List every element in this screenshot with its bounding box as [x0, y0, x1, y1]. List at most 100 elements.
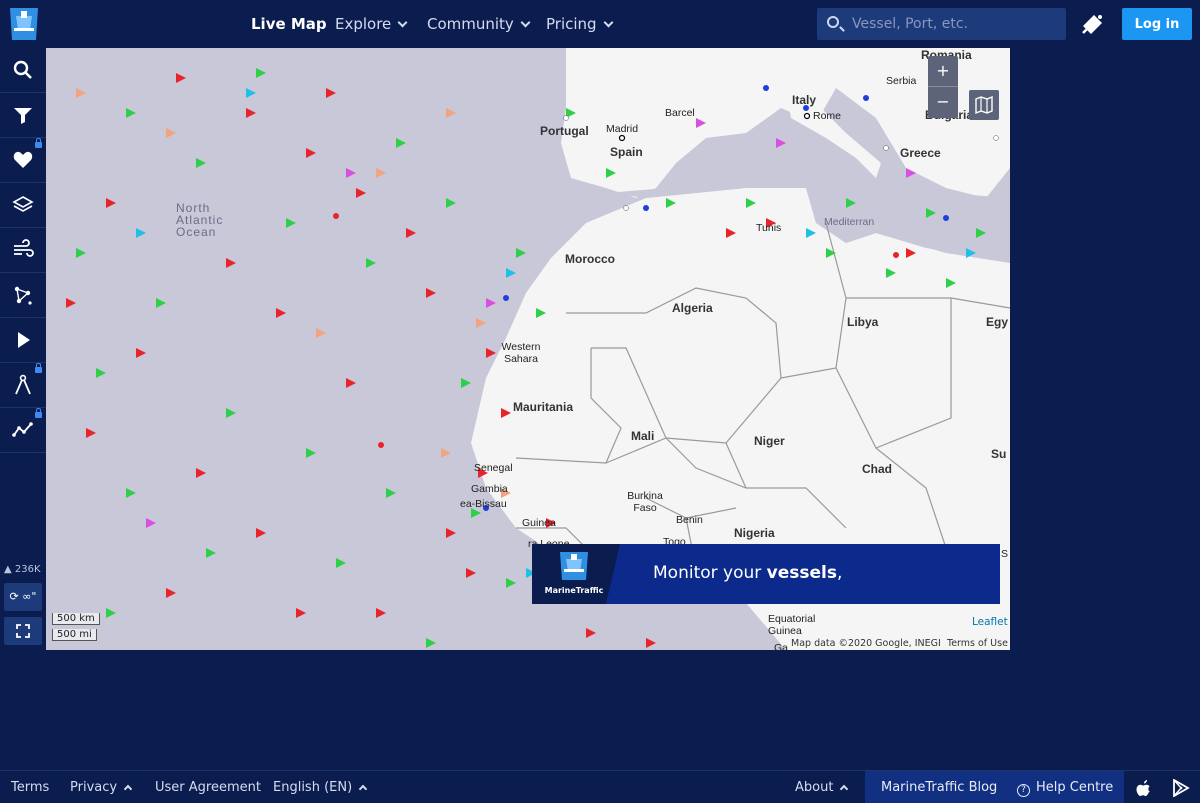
footer-help-label: Help Centre: [1036, 780, 1114, 795]
map-label-nigeria: Nigeria: [734, 526, 775, 540]
banner-headline: Monitor your vessels,: [653, 563, 842, 583]
refresh-interval-label: ∞": [22, 590, 37, 603]
map-label-south-partial: S: [1001, 548, 1009, 560]
apple-icon: [1136, 780, 1150, 796]
footer-bar: Terms Privacy User Agreement English (EN…: [0, 770, 1200, 803]
refresh-interval-button[interactable]: ⟳ ∞": [4, 583, 42, 611]
marinetraffic-logo-icon: [560, 552, 588, 580]
sidebar-density-button[interactable]: [0, 273, 46, 318]
google-play-link[interactable]: [1172, 771, 1190, 803]
banner-logo-area: MarineTraffic: [532, 544, 620, 604]
map-label-tunis: Tunis: [756, 222, 782, 234]
map-label-senegal: Senegal: [474, 462, 513, 474]
left-toolbar: ▲ 236K ⟳ ∞": [0, 48, 46, 770]
wind-icon: [14, 239, 34, 257]
footer-privacy-label: Privacy: [70, 780, 118, 795]
zoom-out-button[interactable]: −: [928, 87, 958, 118]
map-label-burkina-faso: Burkina Faso: [627, 490, 663, 514]
map-label-guinea: Guinea: [522, 517, 556, 529]
marinetraffic-logo-icon[interactable]: [6, 6, 42, 42]
notification-bell-icon[interactable]: [1080, 12, 1106, 36]
map-attribution: Map data ©2020 Google, INEGI: [791, 638, 941, 649]
app-store-link[interactable]: [1136, 771, 1152, 803]
scale-km: 500 km: [52, 613, 100, 625]
sidebar-weather-button[interactable]: [0, 228, 46, 273]
fullscreen-button[interactable]: [4, 617, 42, 645]
chevron-down-icon: [520, 17, 531, 28]
sidebar-analytics-button[interactable]: [0, 408, 46, 453]
footer-privacy-link[interactable]: Privacy: [70, 771, 133, 803]
map-label-barcelona: Barcel: [665, 107, 695, 119]
zoom-in-button[interactable]: +: [928, 56, 958, 87]
ship-count-icon: ▲: [4, 564, 12, 575]
map-label-mauritania: Mauritania: [513, 400, 574, 414]
nav-community-label: Community: [427, 15, 514, 33]
map-label-western-sahara: Western Sahara: [501, 341, 541, 365]
map-label-niger: Niger: [754, 434, 785, 448]
footer-help-button[interactable]: ? Help Centre: [1007, 771, 1124, 803]
chevron-down-icon: [397, 17, 408, 28]
map-label-italy: Italy: [792, 93, 817, 107]
map-label-greece: Greece: [900, 146, 941, 160]
zoom-control: + −: [928, 56, 958, 118]
map-label-algeria: Algeria: [672, 301, 713, 315]
search-icon: [827, 16, 839, 28]
map-label-chad: Chad: [862, 462, 892, 476]
map-label-egypt: Egy: [986, 315, 1009, 329]
lock-icon: [35, 363, 42, 373]
app-root: Live Map Explore Community Pricing Log i…: [0, 0, 1200, 803]
nav-community[interactable]: Community: [427, 0, 531, 48]
google-play-icon: [1173, 778, 1190, 798]
lock-icon: [35, 138, 42, 148]
analytics-icon: [12, 422, 33, 437]
footer-about-link[interactable]: About: [795, 771, 849, 803]
chevron-up-icon: [123, 784, 133, 794]
chevron-up-icon: [358, 784, 368, 794]
map-label-mediterranean: Mediterran: [824, 216, 875, 228]
sidebar-route-button[interactable]: [0, 363, 46, 408]
scale-mi: 500 mi: [52, 629, 97, 641]
footer-terms-link[interactable]: Terms: [11, 771, 49, 803]
sidebar-playback-button[interactable]: [0, 318, 46, 363]
map-label-libya: Libya: [847, 315, 879, 329]
search-input[interactable]: [852, 8, 1057, 40]
banner-brand: MarineTraffic: [544, 586, 604, 595]
sidebar-search-button[interactable]: [0, 48, 46, 93]
search-box: [817, 8, 1066, 40]
chevron-up-icon: [840, 784, 849, 794]
map-label-benin: Benin: [676, 514, 703, 526]
lock-icon: [35, 408, 42, 418]
sidebar-fleet-button[interactable]: [0, 138, 46, 183]
chevron-down-icon: [603, 17, 614, 28]
network-icon: [14, 286, 32, 305]
nav-live-map[interactable]: Live Map: [251, 0, 327, 48]
sidebar-layers-button[interactable]: [0, 183, 46, 228]
refresh-icon: ⟳: [9, 590, 19, 603]
terms-of-use-link[interactable]: Terms of Use: [947, 638, 1008, 649]
route-icon: [15, 374, 31, 395]
footer-user-agreement-link[interactable]: User Agreement: [155, 771, 261, 803]
map-label-portugal: Portugal: [540, 124, 589, 138]
map-label-ocean-3: Ocean: [176, 225, 217, 239]
footer-blog-button[interactable]: MarineTraffic Blog: [865, 771, 1014, 803]
nav-explore[interactable]: Explore: [335, 0, 408, 48]
banner-headline-post: ,: [836, 563, 843, 583]
map-type-button[interactable]: [969, 90, 999, 120]
map-label-rome: Rome: [813, 110, 842, 122]
help-icon: ?: [1017, 784, 1030, 797]
fullscreen-icon: [16, 624, 30, 638]
heart-icon: [13, 151, 33, 168]
filter-icon: [14, 108, 32, 124]
top-navigation-bar: Live Map Explore Community Pricing Log i…: [0, 0, 1200, 48]
vessel-count-value: 236K: [14, 564, 41, 575]
banner-headline-pre: Monitor your: [653, 563, 767, 583]
leaflet-link[interactable]: Leaflet: [972, 616, 1008, 628]
nav-explore-label: Explore: [335, 15, 392, 33]
play-icon: [18, 332, 30, 348]
footer-language-selector[interactable]: English (EN): [273, 771, 368, 803]
promo-banner[interactable]: MarineTraffic Monitor your vessels,: [532, 544, 1000, 604]
sidebar-filter-button[interactable]: [0, 93, 46, 138]
map-icon: [975, 95, 993, 115]
login-button[interactable]: Log in: [1122, 8, 1192, 40]
nav-pricing[interactable]: Pricing: [546, 0, 614, 48]
